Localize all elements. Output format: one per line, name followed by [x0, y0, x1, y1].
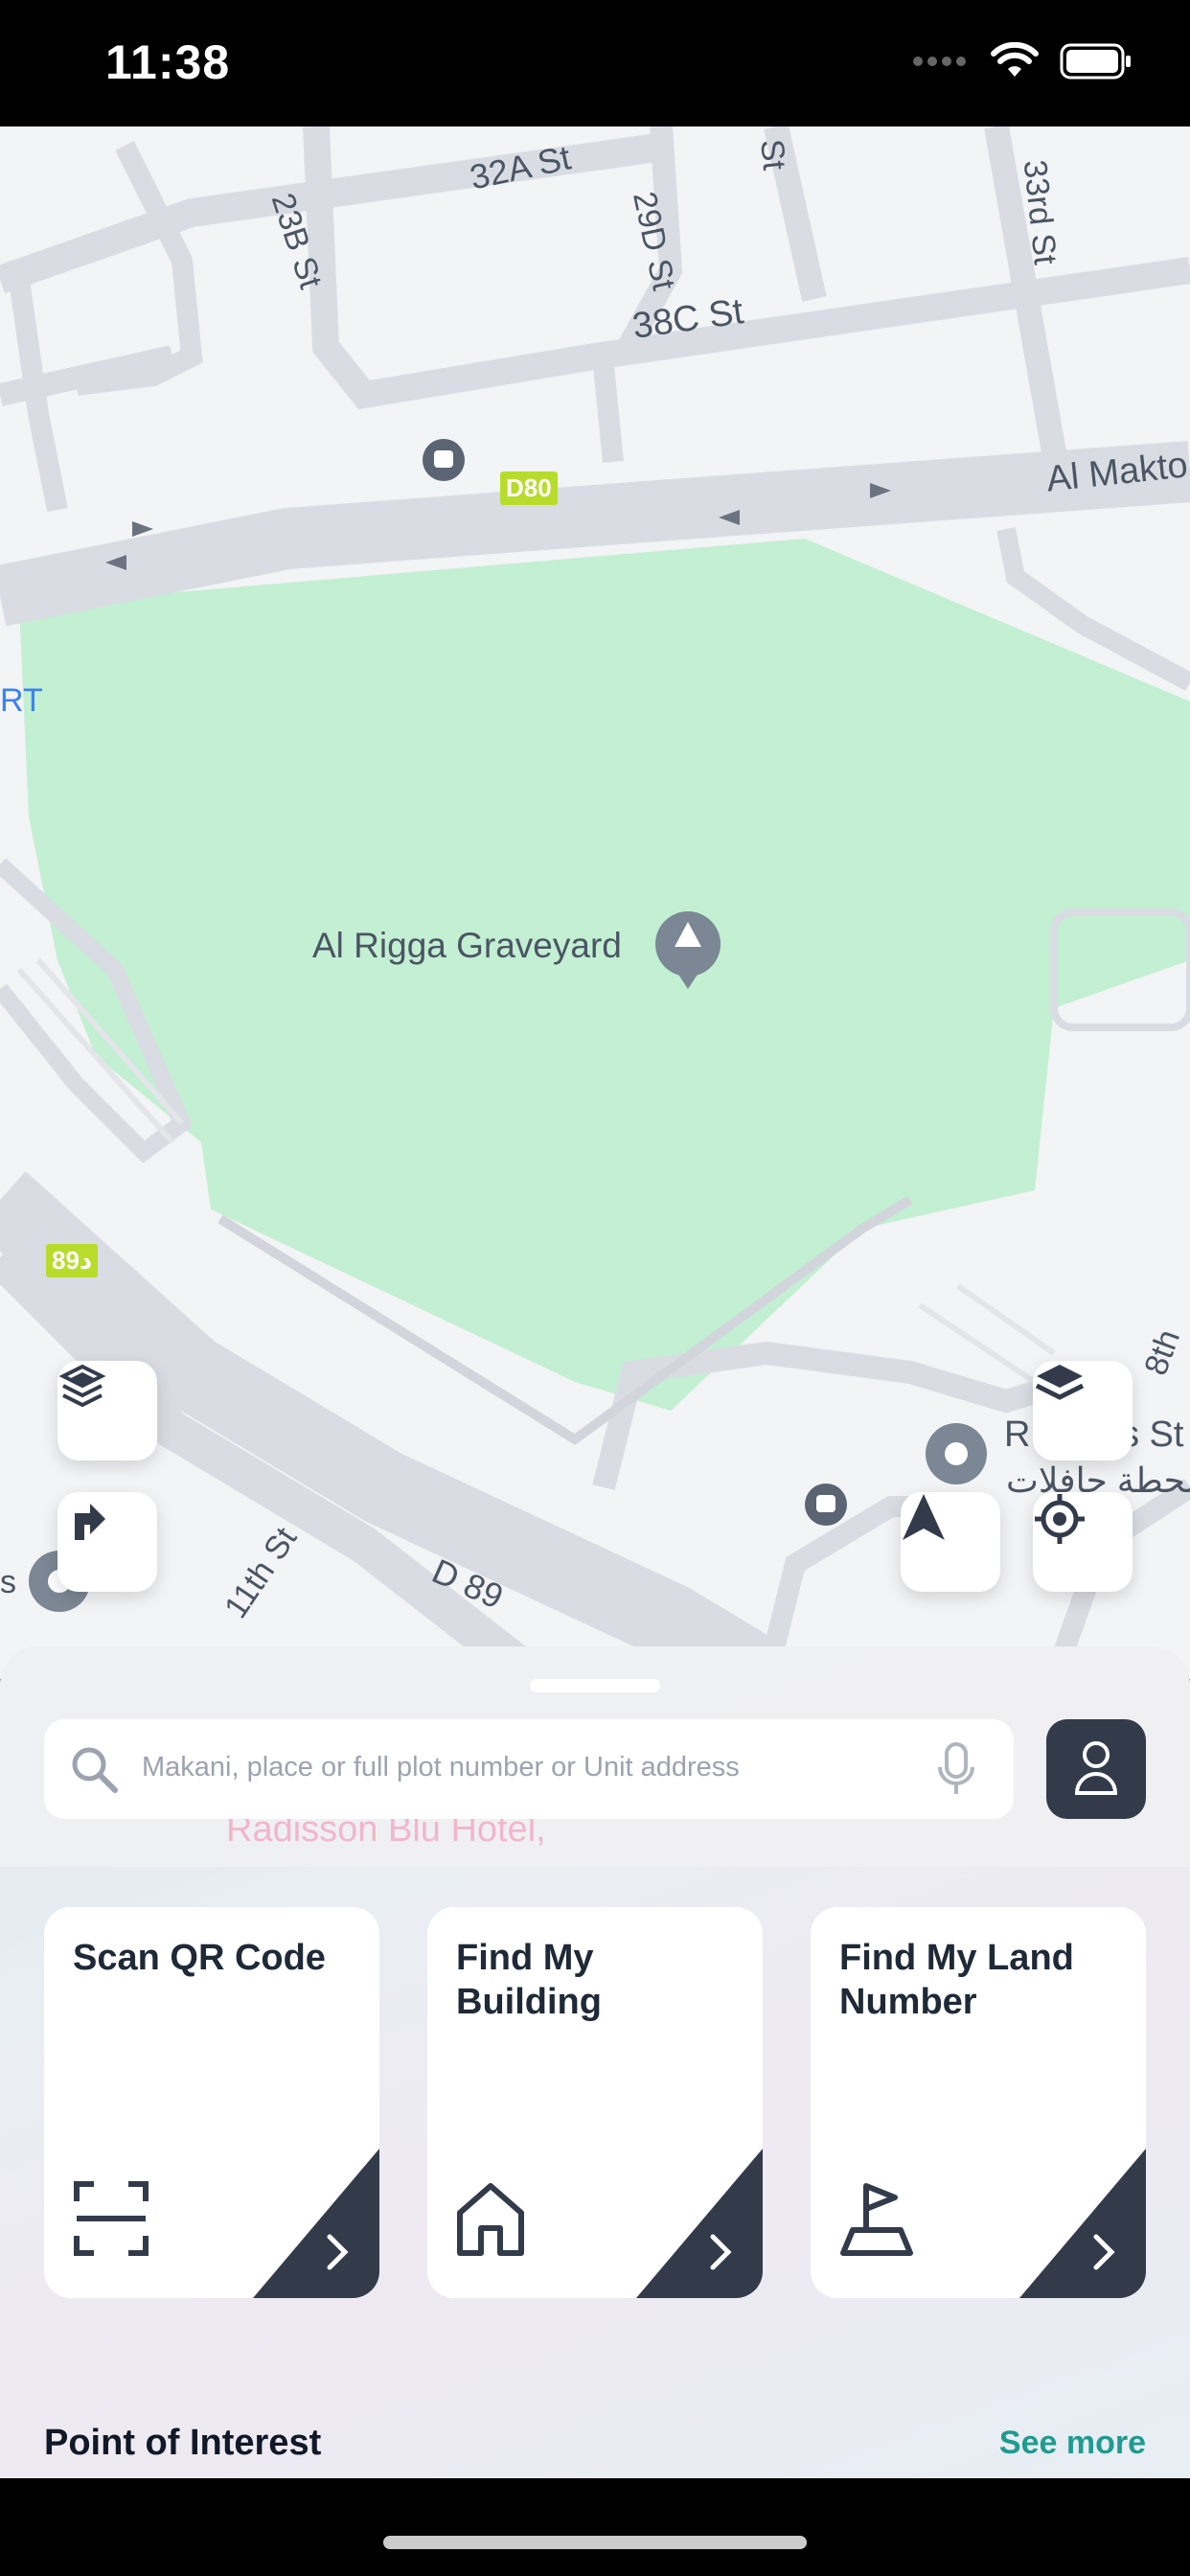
profile-button[interactable]	[1046, 1719, 1146, 1819]
battery-icon	[1060, 43, 1133, 84]
street-label: St	[752, 137, 793, 172]
card-title: Find My Building	[456, 1938, 602, 2022]
navigate-button[interactable]	[901, 1492, 1000, 1592]
user-icon	[1073, 1739, 1119, 1800]
card-title: Scan QR Code	[73, 1938, 326, 1978]
status-icons	[912, 41, 1133, 85]
poi-label[interactable]: Al Rigga Graveyard	[312, 926, 622, 966]
see-more-link[interactable]: See more	[999, 2425, 1146, 2462]
status-bar: 11:38	[0, 0, 1190, 126]
scan-qr-card[interactable]: Scan QR Code	[44, 1907, 379, 2298]
card-title: Find My Land Number	[839, 1938, 1074, 2022]
directions-button[interactable]	[57, 1492, 157, 1592]
map-layers-button[interactable]	[1033, 1361, 1133, 1460]
home-indicator[interactable]	[383, 2536, 807, 2549]
edge-label: RT	[0, 682, 43, 719]
card-arrow-corner	[253, 2149, 379, 2298]
find-building-card[interactable]: Find My Building	[427, 1907, 763, 2298]
search-bar[interactable]: Makani, place or full plot number or Uni…	[44, 1719, 1014, 1819]
qr-scan-icon	[73, 2180, 149, 2262]
status-time: 11:38	[105, 35, 231, 89]
map-view[interactable]: 32A St 23B St 29D St 38C St 33rd St Al M…	[0, 126, 1190, 1679]
signal-icon	[912, 52, 970, 76]
microphone-icon[interactable]	[937, 1742, 975, 1801]
street-label: R	[1004, 1414, 1031, 1455]
home-indicator-area	[0, 2478, 1190, 2576]
card-arrow-corner	[1019, 2149, 1146, 2298]
section-title: Point of Interest	[44, 2423, 322, 2463]
edge-label: s	[0, 1564, 16, 1600]
road-badge: D80	[500, 472, 558, 505]
home-icon	[456, 2180, 525, 2262]
wifi-icon	[991, 41, 1039, 85]
card-arrow-corner	[636, 2149, 763, 2298]
my-location-button[interactable]	[1033, 1492, 1133, 1592]
search-input[interactable]: Makani, place or full plot number or Uni…	[142, 1752, 740, 1783]
map-3d-button[interactable]	[57, 1361, 157, 1460]
search-icon	[69, 1744, 119, 1799]
road-badge: 89د	[46, 1244, 99, 1277]
bottom-sheet[interactable]: Radisson Blu Hotel, Makani, place or ful…	[0, 1646, 1190, 2478]
drag-handle[interactable]	[530, 1679, 660, 1692]
find-land-card[interactable]: Find My Land Number	[811, 1907, 1146, 2298]
land-flag-icon	[839, 2180, 916, 2262]
